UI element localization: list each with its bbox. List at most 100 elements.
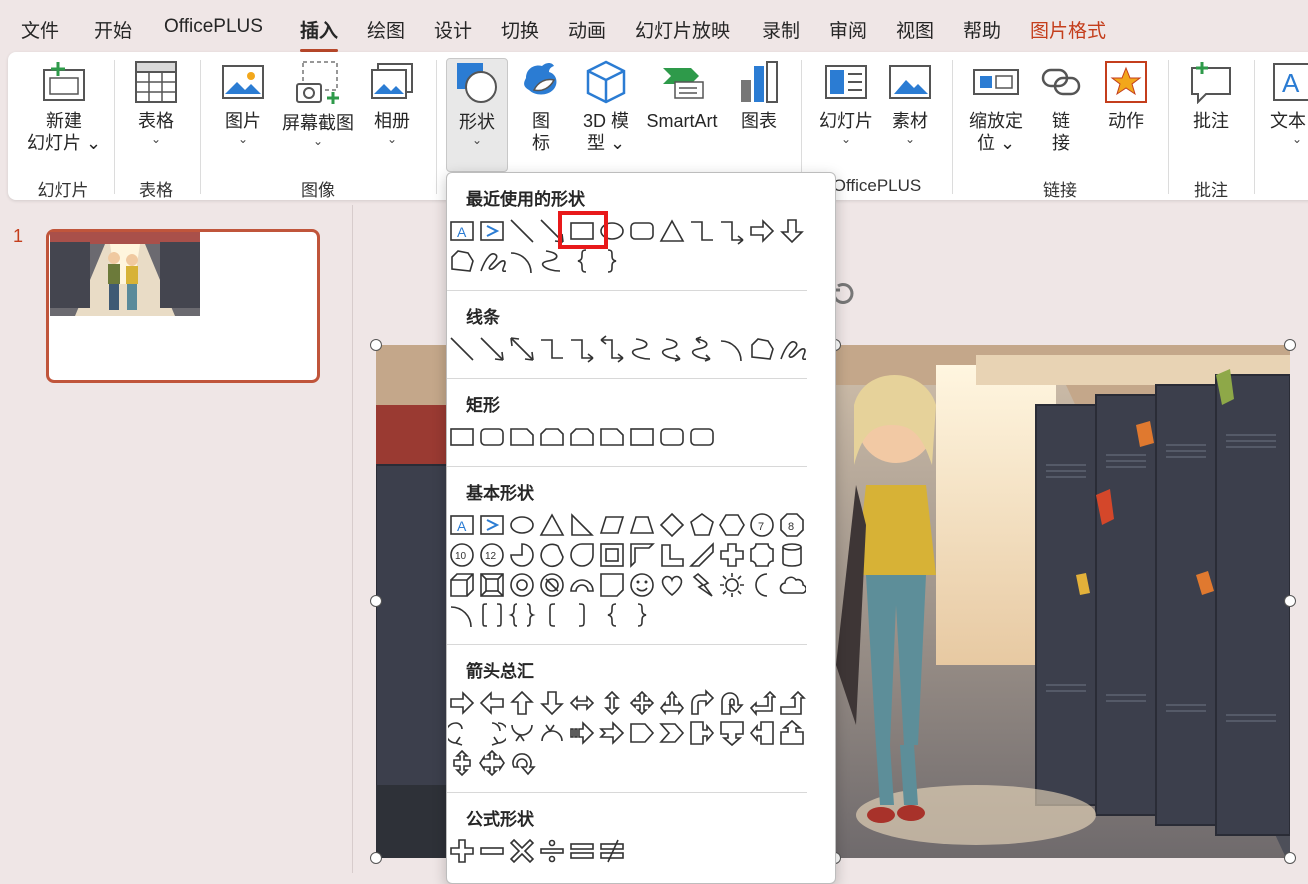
shape-udarrow-icon[interactable] (598, 689, 626, 717)
shape-lbrace-icon[interactable] (598, 601, 626, 629)
shape-can-icon[interactable] (778, 541, 806, 569)
shape-rrect-icon[interactable] (658, 423, 686, 451)
shape-quadarrow-icon[interactable] (628, 689, 656, 717)
textbox-button[interactable]: A 文本 ⌄ (1262, 60, 1308, 146)
smartart-button[interactable]: SmartArt (640, 60, 724, 132)
shape-lshape-icon[interactable] (658, 541, 686, 569)
tab-slideshow[interactable]: 幻灯片放映 (635, 16, 730, 43)
photo-album-button[interactable]: 相册 ⌄ (362, 60, 422, 146)
tab-review[interactable]: 审阅 (829, 16, 867, 43)
shape-curvedbl-icon[interactable] (688, 335, 716, 363)
shape-sun-icon[interactable] (718, 571, 746, 599)
shape-cloud-icon[interactable] (778, 571, 806, 599)
resize-handle[interactable] (1284, 339, 1296, 351)
shape-vtextbox-icon[interactable] (478, 511, 506, 539)
shape-tri-icon[interactable] (658, 217, 686, 245)
shape-elbow-icon[interactable] (688, 217, 716, 245)
shape-lrup-icon[interactable] (658, 689, 686, 717)
tab-officeplus[interactable]: OfficePLUS (164, 16, 263, 38)
resize-handle[interactable] (370, 852, 382, 864)
shape-rightarrow-icon[interactable] (748, 217, 776, 245)
tab-animations[interactable]: 动画 (568, 16, 606, 43)
shape-donut-icon[interactable] (508, 571, 536, 599)
shape-curve-icon[interactable] (628, 335, 656, 363)
shape-curvedleft-icon[interactable] (478, 719, 506, 747)
shape-line-icon[interactable] (508, 217, 536, 245)
shape-diamond-icon[interactable] (658, 511, 686, 539)
link-button[interactable]: 链 接 (1036, 60, 1086, 154)
shape-trap-icon[interactable] (628, 511, 656, 539)
resize-handle[interactable] (370, 595, 382, 607)
resize-handle[interactable] (370, 339, 382, 351)
shape-curvedright-icon[interactable] (448, 719, 476, 747)
tab-insert[interactable]: 插入 (300, 16, 339, 52)
shape-fold-icon[interactable] (598, 571, 626, 599)
officeplus-slides-button[interactable]: 幻灯片 ⌄ (814, 60, 878, 146)
shape-bracketpair-icon[interactable] (478, 601, 506, 629)
shape-uturn-icon[interactable] (718, 689, 746, 717)
tab-transitions[interactable]: 切换 (501, 16, 539, 43)
shape-chord-icon[interactable] (538, 541, 566, 569)
shape-cube-icon[interactable] (448, 571, 476, 599)
shape-arrowline-icon[interactable] (478, 335, 506, 363)
shape-rect-icon[interactable] (628, 423, 656, 451)
3d-models-button[interactable]: 3D 模 型 ⌄ (576, 60, 636, 154)
shape-pie-icon[interactable] (508, 541, 536, 569)
shape-pentagonarrow-icon[interactable] (628, 719, 656, 747)
shape-leftarrow-icon[interactable] (478, 689, 506, 717)
slide-thumbnail[interactable] (46, 229, 320, 383)
shape-curvedup-icon[interactable] (508, 719, 536, 747)
shape-plaque-icon[interactable] (748, 541, 776, 569)
shape-halfframe-icon[interactable] (628, 541, 656, 569)
shape-rbrace-icon[interactable] (598, 247, 626, 275)
shape-lbracket-icon[interactable] (538, 601, 566, 629)
shape-eqequal-icon[interactable] (568, 837, 596, 865)
shape-udcallout-icon[interactable] (448, 749, 476, 777)
tab-file[interactable]: 文件 (21, 16, 59, 43)
tab-record[interactable]: 录制 (762, 16, 800, 43)
shape-elbow-icon[interactable] (538, 335, 566, 363)
shape-bolt-icon[interactable] (688, 571, 716, 599)
shape-scribble-icon[interactable] (478, 247, 506, 275)
material-button[interactable]: 素材 ⌄ (882, 60, 938, 146)
tab-view[interactable]: 视图 (896, 16, 934, 43)
shape-arcline-icon[interactable] (448, 601, 476, 629)
shape-upcallout-icon[interactable] (778, 719, 806, 747)
shape-snip2-icon[interactable] (568, 423, 596, 451)
table-button[interactable]: 表格 ⌄ (126, 60, 186, 146)
shape-snip2-icon[interactable] (538, 423, 566, 451)
shape-pent-icon[interactable] (688, 511, 716, 539)
resize-handle[interactable] (1284, 595, 1296, 607)
screenshot-button[interactable]: 屏幕截图 ⌄ (276, 60, 360, 148)
shape-curvearrow-icon[interactable] (658, 335, 686, 363)
shape-lrarrow-icon[interactable] (568, 689, 596, 717)
shape-diagstripe-icon[interactable] (688, 541, 716, 569)
shape-rect-icon[interactable] (448, 423, 476, 451)
tab-picture-format[interactable]: 图片格式 (1030, 16, 1106, 43)
shape-downarrow-icon[interactable] (538, 689, 566, 717)
shape-lbrace-icon[interactable] (568, 247, 596, 275)
shape-rrect-icon[interactable] (478, 423, 506, 451)
shape-oct-icon[interactable]: 8 (778, 511, 806, 539)
shape-elbowarrow-icon[interactable] (568, 335, 596, 363)
tab-help[interactable]: 帮助 (963, 16, 1001, 43)
shape-tear-icon[interactable] (568, 541, 596, 569)
shape-rbracket-icon[interactable] (568, 601, 596, 629)
shape-eqdiv-icon[interactable] (538, 837, 566, 865)
chart-button[interactable]: 图表 (730, 60, 788, 132)
shape-rightarrow-icon[interactable] (448, 689, 476, 717)
shape-curveddown-icon[interactable] (538, 719, 566, 747)
picture-button[interactable]: 图片 ⌄ (214, 60, 272, 146)
tab-draw[interactable]: 绘图 (367, 16, 405, 43)
shape-arc-icon[interactable] (568, 571, 596, 599)
shape-freeform-icon[interactable] (448, 247, 476, 275)
shape-curve-icon[interactable] (538, 247, 566, 275)
action-button[interactable]: 动作 (1098, 60, 1154, 132)
shape-elbowdbl-icon[interactable] (598, 335, 626, 363)
new-slide-button[interactable]: 新建 幻灯片 ⌄ (24, 60, 104, 154)
resize-handle[interactable] (1284, 852, 1296, 864)
shape-bent-icon[interactable] (688, 689, 716, 717)
shape-bracepair-icon[interactable] (508, 601, 536, 629)
shape-eqminus-icon[interactable] (478, 837, 506, 865)
shape-scribble-icon[interactable] (778, 335, 806, 363)
